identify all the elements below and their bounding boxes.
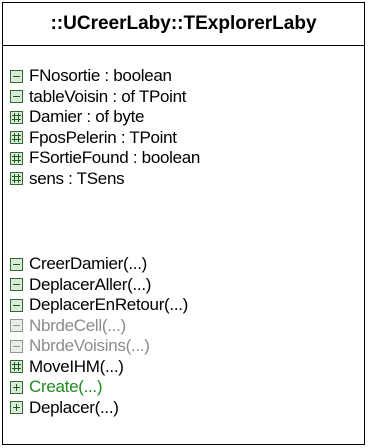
attribute-label: FSortieFound : boolean — [29, 148, 201, 168]
operation-label: CreerDamier(...) — [29, 254, 147, 274]
private-visibility-icon — [10, 90, 23, 104]
operation-item: DeplacerEnRetour(...) — [10, 295, 188, 316]
operation-label: MoveIHM(...) — [29, 356, 124, 376]
private-visibility-icon — [10, 319, 23, 333]
protected-visibility-icon — [10, 172, 23, 186]
attribute-item: sens : TSens — [10, 169, 200, 190]
operation-label: NbrdeCell(...) — [29, 315, 126, 335]
attribute-item: FposPelerin : TPoint — [10, 128, 200, 149]
attribute-item: FNosortie : boolean — [10, 66, 200, 87]
public-visibility-icon — [10, 380, 23, 394]
attribute-item: tableVoisin : of TPoint — [10, 87, 200, 108]
operation-item: Deplacer(...) — [10, 398, 188, 419]
operation-item: DeplacerAller(...) — [10, 275, 188, 296]
attribute-label: FNosortie : boolean — [29, 66, 172, 86]
private-visibility-icon — [10, 298, 23, 312]
attributes-compartment: FNosortie : boolean tableVoisin : of TPoi… — [10, 66, 200, 189]
operation-label: DeplacerAller(...) — [29, 274, 152, 294]
attribute-label: Damier : of byte — [29, 107, 145, 127]
operation-item: MoveIHM(...) — [10, 357, 188, 378]
private-visibility-icon — [10, 278, 23, 292]
operation-item: NbrdeCell(...) — [10, 316, 188, 337]
operation-label: DeplacerEnRetour(...) — [29, 295, 189, 315]
protected-visibility-icon — [10, 131, 23, 145]
operations-compartment: CreerDamier(...) DeplacerAller(...) Deplac… — [10, 254, 188, 418]
uml-class-box: ::UCreerLaby::TExplorerLaby FNosortie : … — [2, 2, 365, 445]
private-visibility-icon — [10, 257, 23, 271]
private-visibility-icon — [10, 69, 23, 83]
attribute-label: FposPelerin : TPoint — [29, 127, 177, 147]
operation-label: Create(...) — [29, 377, 103, 397]
operation-label: Deplacer(...) — [29, 397, 119, 417]
attribute-label: tableVoisin : of TPoint — [29, 86, 187, 106]
private-visibility-icon — [10, 339, 23, 353]
class-name: ::UCreerLaby::TExplorerLaby — [3, 3, 364, 46]
attribute-label: sens : TSens — [29, 168, 125, 188]
public-visibility-icon — [10, 401, 23, 415]
operation-label: NbrdeVoisins(...) — [29, 336, 150, 356]
protected-visibility-icon — [10, 360, 23, 374]
operation-item: Create(...) — [10, 377, 188, 398]
attribute-item: FSortieFound : boolean — [10, 148, 200, 169]
attribute-item: Damier : of byte — [10, 107, 200, 128]
protected-visibility-icon — [10, 110, 23, 124]
operation-item: NbrdeVoisins(...) — [10, 336, 188, 357]
protected-visibility-icon — [10, 151, 23, 165]
operation-item: CreerDamier(...) — [10, 254, 188, 275]
